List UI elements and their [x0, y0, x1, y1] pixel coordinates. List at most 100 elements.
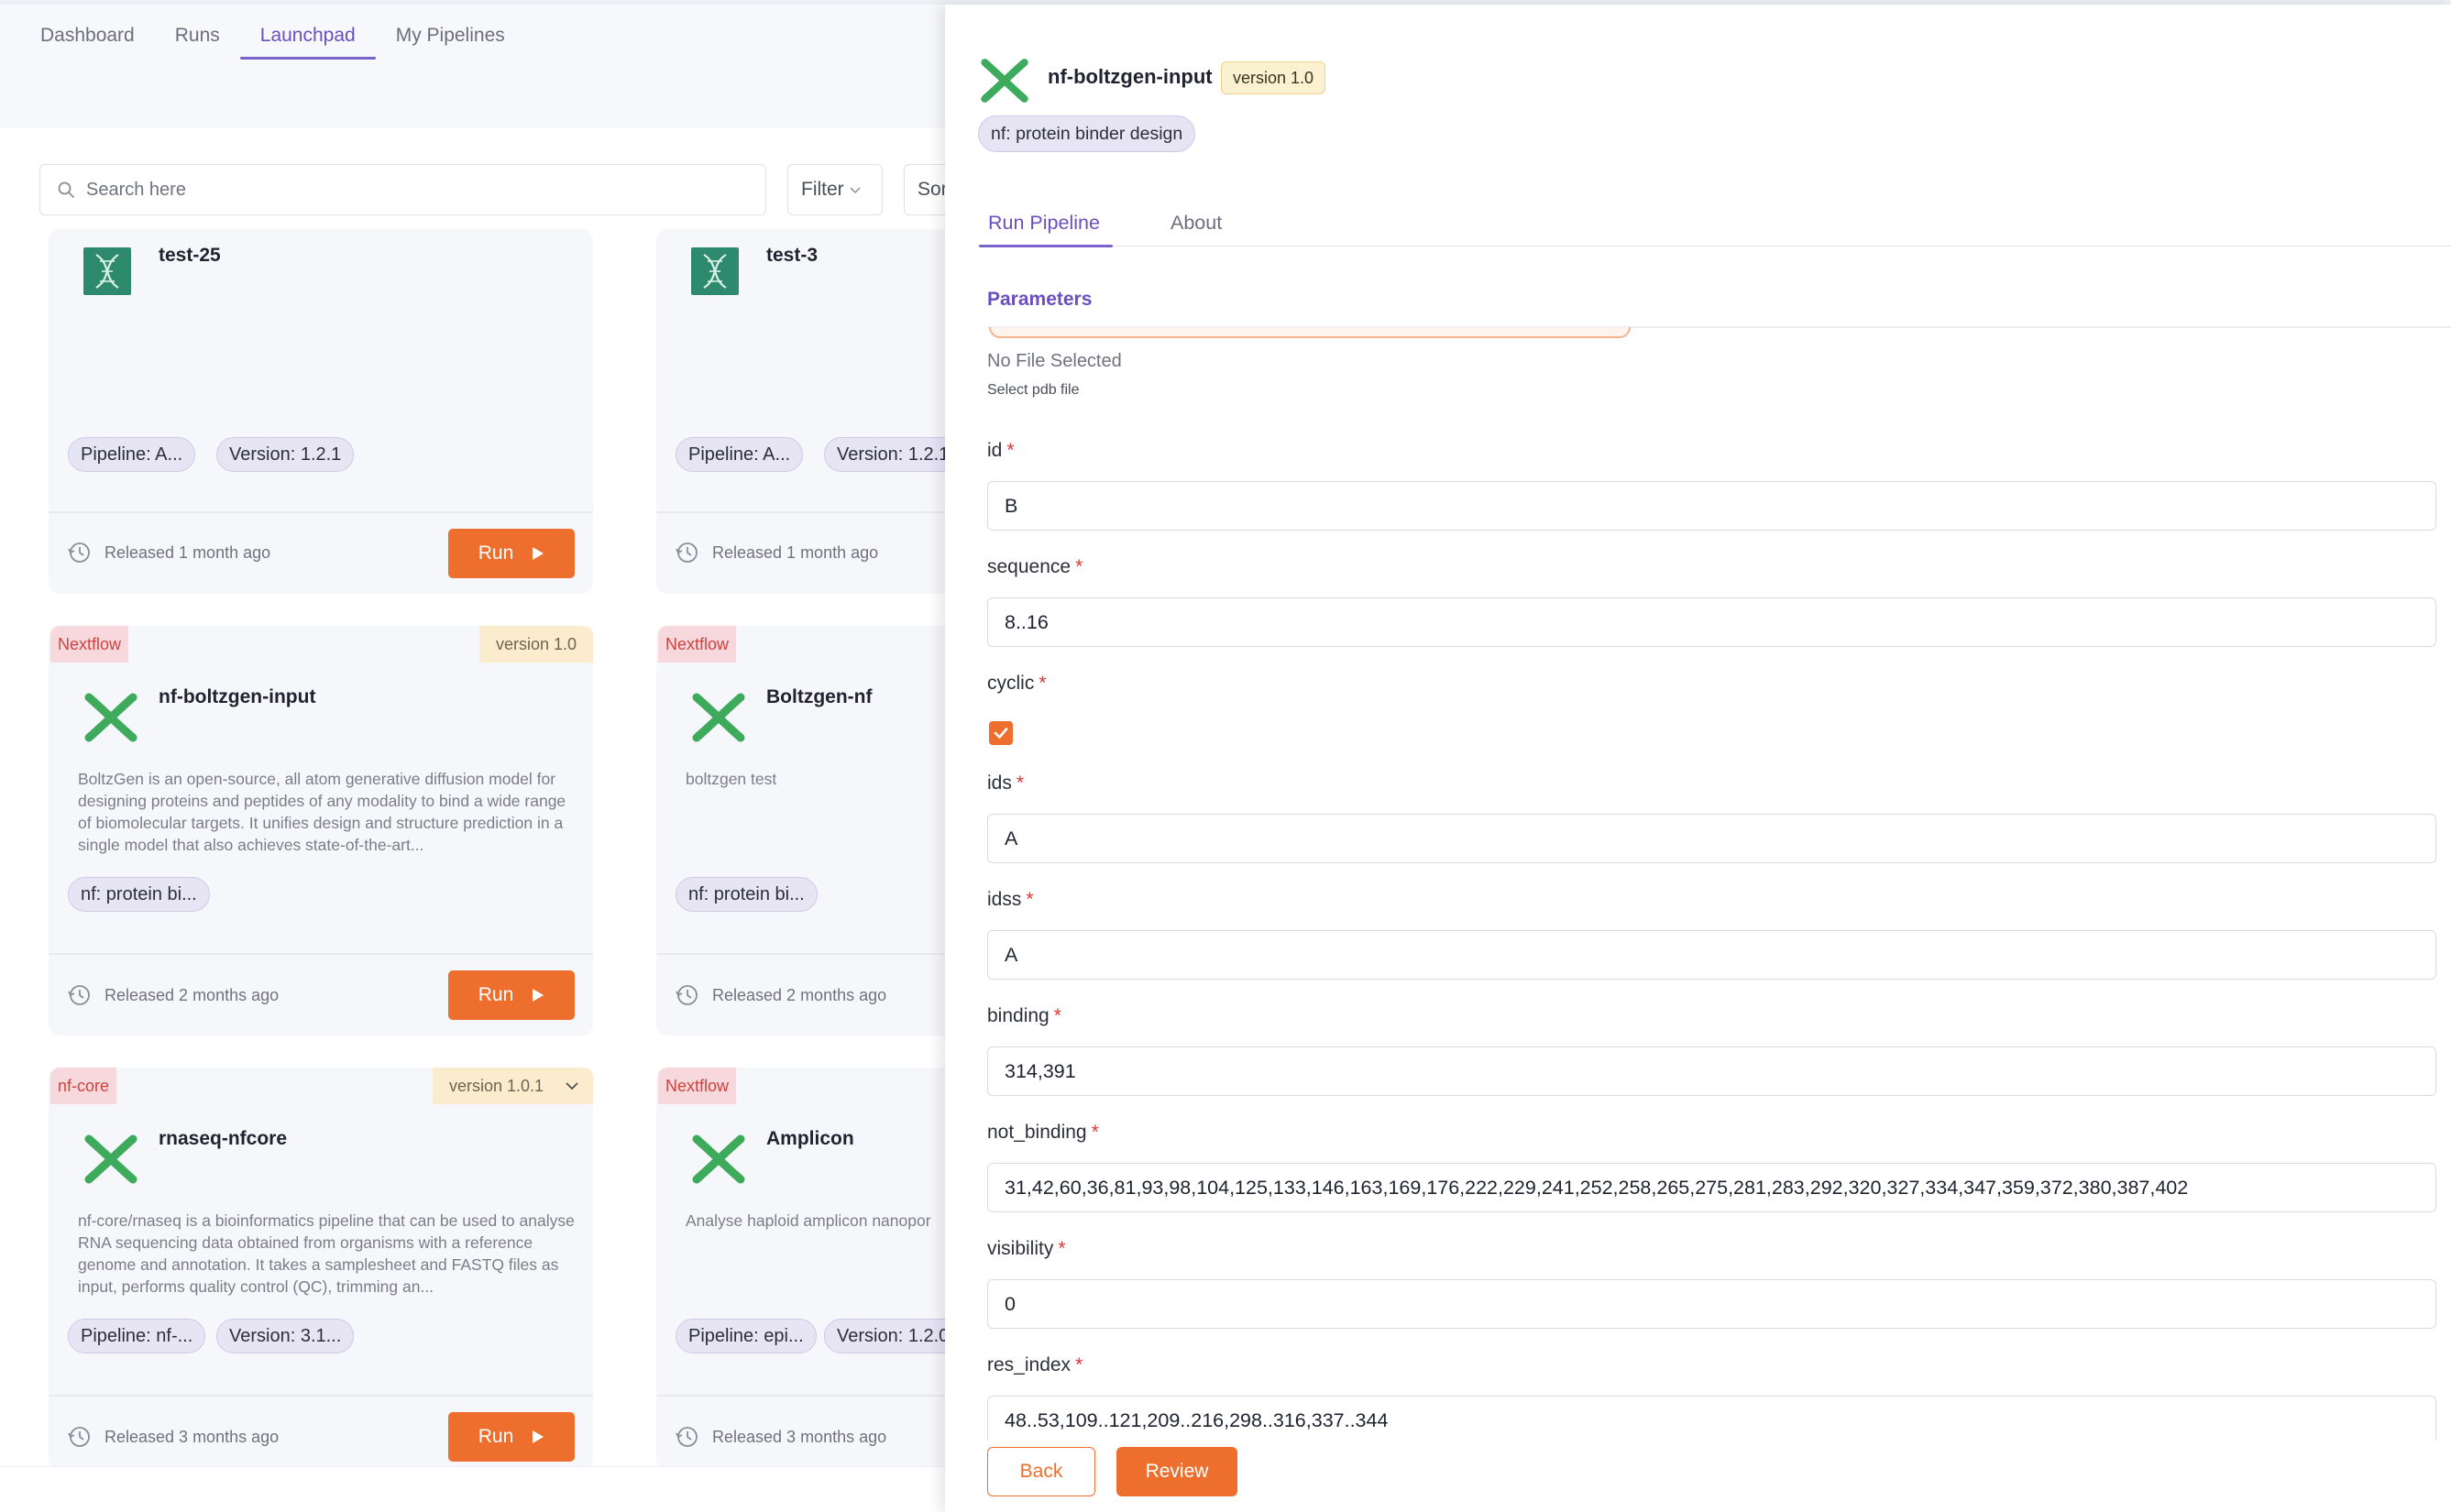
history-icon	[676, 985, 698, 1005]
drawer-version-badge: version 1.0	[1221, 61, 1326, 94]
label-text: not_binding	[987, 1122, 1087, 1143]
version-pill: Version: 1.2.1	[216, 437, 355, 472]
release-text: Released 2 months ago	[104, 985, 280, 1004]
search-box[interactable]	[39, 164, 766, 215]
card-title[interactable]: Boltzgen-nf	[766, 686, 872, 708]
release-info: Released 2 months ago	[68, 983, 279, 1007]
tag-pill: nf: protein bi...	[676, 877, 818, 912]
filter-button[interactable]: Filter	[787, 164, 883, 215]
pipeline-drawer: nf-boltzgen-input version 1.0 nf: protei…	[945, 5, 2451, 1512]
card-divider	[49, 953, 593, 955]
release-text: Released 3 months ago	[104, 1427, 280, 1446]
pipeline-pill: Pipeline: A...	[676, 437, 804, 472]
nextflow-logo-icon	[980, 56, 1029, 105]
field-label-cyclic: cyclic *	[987, 673, 1047, 695]
card-title[interactable]: test-3	[766, 245, 818, 267]
pipeline-card[interactable]: test-25 Pipeline: A... Version: 1.2.1 Re…	[49, 229, 593, 594]
card-divider	[49, 511, 593, 513]
version-pill: Version: 3.1...	[216, 1319, 355, 1353]
tab-my-pipelines[interactable]: My Pipelines	[376, 16, 525, 60]
card-title[interactable]: Amplicon	[766, 1128, 854, 1150]
file-hint: Select pdb file	[987, 382, 1080, 398]
required-mark: *	[1091, 1122, 1099, 1143]
checkmark-icon	[994, 728, 1008, 739]
tab-dashboard[interactable]: Dashboard	[20, 16, 155, 60]
required-mark: *	[1075, 1354, 1083, 1375]
label-text: id	[987, 440, 1003, 461]
idss-input[interactable]	[987, 930, 2436, 980]
label-text: res_index	[987, 1354, 1072, 1375]
label-text: binding	[987, 1005, 1050, 1026]
label-text: ids	[987, 772, 1012, 794]
type-badge: Nextflow	[658, 626, 737, 663]
version-pill: Version: 1.2.1	[824, 437, 962, 472]
history-icon	[68, 985, 90, 1005]
run-button[interactable]: Run	[448, 970, 575, 1020]
drawer-title: nf-boltzgen-input	[1048, 65, 1213, 88]
file-upload-dropzone[interactable]	[989, 327, 1631, 338]
required-mark: *	[1039, 673, 1047, 694]
nextflow-logo-icon	[691, 1132, 746, 1187]
run-button[interactable]: Run	[448, 1412, 575, 1462]
id-input[interactable]	[987, 481, 2436, 531]
chevron-down-icon	[566, 1082, 578, 1090]
required-mark: *	[1075, 556, 1083, 577]
card-title[interactable]: rnaseq-nfcore	[159, 1128, 287, 1150]
label-text: cyclic	[987, 673, 1035, 694]
pipeline-pill: Pipeline: nf-...	[68, 1319, 206, 1353]
tab-runs[interactable]: Runs	[155, 16, 240, 60]
pipeline-card[interactable]: nf-core version 1.0.1 rnaseq-nfcore nf-c…	[49, 1068, 593, 1471]
tab-run-pipeline[interactable]: Run Pipeline	[979, 212, 1113, 247]
type-badge: nf-core	[50, 1068, 117, 1104]
pipeline-pill: Pipeline: A...	[68, 437, 196, 472]
version-select[interactable]: version 1.0.1	[432, 1068, 593, 1104]
binding-input[interactable]	[987, 1046, 2436, 1096]
history-icon	[68, 1427, 90, 1447]
run-label: Run	[478, 542, 514, 564]
play-icon	[533, 547, 544, 560]
drawer-tabs: Run Pipeline About	[978, 201, 2451, 247]
ids-input[interactable]	[987, 814, 2436, 863]
not-binding-input[interactable]	[987, 1163, 2436, 1212]
field-label-binding: binding *	[987, 1005, 1061, 1027]
review-button[interactable]: Review	[1116, 1447, 1237, 1496]
tab-launchpad[interactable]: Launchpad	[239, 16, 376, 60]
required-mark: *	[1026, 889, 1034, 910]
field-label-res-index: res_index *	[987, 1354, 1083, 1376]
release-info: Released 2 months ago	[676, 983, 886, 1007]
version-select-value: version 1.0.1	[448, 1076, 544, 1095]
search-input[interactable]	[86, 179, 728, 201]
label-text: visibility	[987, 1238, 1054, 1259]
filter-label: Filter	[801, 179, 844, 200]
play-icon	[533, 1430, 544, 1443]
field-label-id: id *	[987, 440, 1015, 462]
main-nav: Dashboard Runs Launchpad My Pipelines	[20, 16, 525, 60]
sequence-input[interactable]	[987, 597, 2436, 647]
history-icon	[676, 1427, 698, 1447]
tab-about[interactable]: About	[1171, 212, 1222, 247]
field-label-ids: ids *	[987, 772, 1024, 794]
run-label: Run	[478, 1426, 514, 1447]
field-label-visibility: visibility *	[987, 1238, 1066, 1260]
card-divider	[49, 1395, 593, 1397]
parameters-form[interactable]: No File Selected Select pdb file id* seq…	[945, 327, 2451, 1441]
card-title[interactable]: test-25	[159, 245, 221, 267]
run-button[interactable]: Run	[448, 529, 575, 578]
card-description: BoltzGen is an open-source, all atom gen…	[78, 770, 566, 854]
required-mark: *	[1058, 1238, 1066, 1259]
release-text: Released 2 months ago	[712, 985, 887, 1004]
back-button[interactable]: Back	[987, 1447, 1095, 1496]
pipeline-card[interactable]: Nextflow version 1.0 nf-boltzgen-input B…	[49, 626, 593, 1035]
nextflow-logo-icon	[691, 690, 746, 745]
required-mark: *	[1006, 440, 1015, 461]
release-info: Released 1 month ago	[676, 541, 878, 564]
history-icon	[68, 542, 90, 563]
label-text: sequence	[987, 556, 1072, 577]
visibility-input[interactable]	[987, 1279, 2436, 1329]
card-title[interactable]: nf-boltzgen-input	[159, 686, 315, 708]
res-index-input[interactable]	[987, 1396, 2436, 1441]
pipeline-pill: Pipeline: epi...	[676, 1319, 817, 1353]
cyclic-checkbox[interactable]	[989, 721, 1013, 745]
history-icon	[676, 542, 698, 563]
field-label-idss: idss *	[987, 889, 1034, 911]
